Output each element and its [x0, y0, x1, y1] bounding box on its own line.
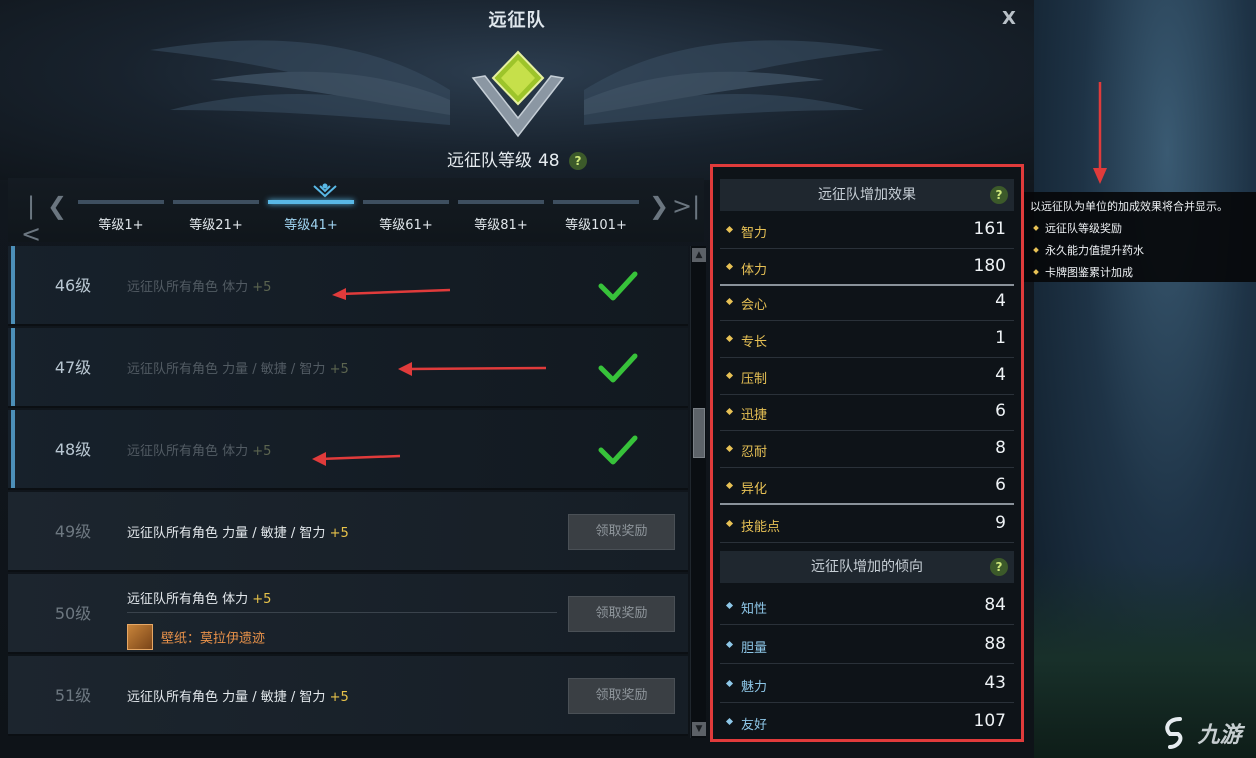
- scroll-down-button[interactable]: ▼: [692, 722, 706, 736]
- first-page-button[interactable]: |<: [20, 192, 42, 248]
- tooltip-item: 卡牌图鉴累计加成: [1030, 264, 1250, 280]
- scroll-thumb[interactable]: [693, 408, 705, 458]
- tab-label: 等级81+: [474, 218, 528, 233]
- tooltip-item: 永久能力值提升药水: [1030, 242, 1250, 258]
- claim-reward-button[interactable]: 领取奖励: [568, 514, 675, 550]
- tendency-row: 知性 84: [720, 589, 1014, 625]
- close-button[interactable]: X: [998, 8, 1020, 30]
- watermark-logo: 九游: [1162, 716, 1254, 756]
- stat-row: 专长 1: [720, 322, 1014, 358]
- reward-description: 远征队所有角色 力量 / 敏捷 / 智力 +5: [127, 690, 349, 705]
- tendency-row: 魅力 43: [720, 667, 1014, 703]
- effects-help-icon[interactable]: ?: [990, 186, 1008, 204]
- claim-reward-button[interactable]: 领取奖励: [568, 596, 675, 632]
- level-label: 远征队等级: [446, 151, 532, 171]
- effects-tooltip: 以远征队为单位的加成效果将合并显示。 远征队等级奖励 永久能力值提升药水 卡牌图…: [1024, 192, 1256, 282]
- reward-level: 47级: [54, 358, 92, 377]
- tab-label: 等级1+: [98, 218, 144, 233]
- wallpaper-reward: 壁纸：莫拉伊遗迹: [127, 624, 265, 650]
- tab-level-81[interactable]: 等级81+: [456, 200, 546, 240]
- tab-label: 等级41+: [284, 218, 338, 233]
- expedition-stats-panel: 远征队增加效果 ? 智力 161 体力 180 会心 4 专长 1 压制 4 迅捷 6 忍耐…: [710, 164, 1024, 742]
- reward-level: 50级: [54, 604, 92, 623]
- expedition-emblem-icon: [471, 50, 565, 138]
- stat-row: 压制 4: [720, 359, 1014, 395]
- window-title: 远征队: [488, 10, 546, 31]
- expedition-window: 远征队 X 远征队等级 48 ? |< ❮ 等级1+ 等级21+ 等级41+ 等级…: [0, 0, 1034, 758]
- tendency-title: 远征队增加的倾向: [811, 559, 923, 575]
- tab-label: 等级21+: [189, 218, 243, 233]
- watermark-icon: [1165, 717, 1183, 749]
- tab-level-21[interactable]: 等级21+: [171, 200, 261, 240]
- tendency-help-icon[interactable]: ?: [990, 558, 1008, 576]
- tab-level-41[interactable]: 等级41+: [266, 200, 356, 240]
- reward-level: 46级: [54, 276, 92, 295]
- claimed-check-icon: [598, 353, 638, 383]
- level-help-icon[interactable]: ?: [569, 152, 588, 170]
- right-wing-decoration: [584, 40, 884, 125]
- annotation-arrow-icon: [312, 452, 401, 466]
- next-page-button[interactable]: ❯: [648, 192, 670, 220]
- reward-level: 48级: [54, 440, 92, 459]
- reward-row-47: 47级 远征队所有角色 力量 / 敏捷 / 智力 +5: [8, 328, 688, 408]
- reward-level: 51级: [54, 686, 92, 705]
- tendency-row: 友好 107: [720, 705, 1014, 741]
- level-tabs: |< ❮ 等级1+ 等级21+ 等级41+ 等级61+ 等级81+ 等级101+…: [8, 178, 704, 248]
- stat-row: 智力 161: [720, 213, 1014, 249]
- annotation-arrow-icon: [398, 362, 547, 376]
- stat-row: 忍耐 8: [720, 432, 1014, 468]
- active-tab-marker-icon: [313, 183, 337, 198]
- stat-row: 技能点 9: [720, 507, 1014, 543]
- reward-divider: [127, 612, 557, 613]
- tab-level-61[interactable]: 等级61+: [361, 200, 451, 240]
- reward-list-scrollbar[interactable]: ▲ ▼: [690, 246, 706, 738]
- stat-row: 会心 4: [720, 285, 1014, 321]
- reward-row-49: 49级 远征队所有角色 力量 / 敏捷 / 智力 +5 领取奖励: [8, 492, 688, 572]
- stat-row: 迅捷 6: [720, 395, 1014, 431]
- reward-level: 49级: [54, 522, 92, 541]
- tendency-header: 远征队增加的倾向 ?: [720, 551, 1014, 583]
- tendency-row: 胆量 88: [720, 628, 1014, 664]
- reward-description: 远征队所有角色 力量 / 敏捷 / 智力 +5: [127, 526, 349, 541]
- left-wing-decoration: [150, 40, 450, 125]
- reward-description: 远征队所有角色 力量 / 敏捷 / 智力 +5: [127, 362, 349, 377]
- reward-list: 46级 远征队所有角色 体力 +5 47级 远征队所有角色 力量 / 敏捷 / …: [8, 246, 688, 742]
- stat-row: 体力 180: [720, 250, 1014, 286]
- last-page-button[interactable]: >|: [672, 192, 700, 220]
- reward-row-50: 50级 远征队所有角色 体力 +5 壁纸：莫拉伊遗迹 领取奖励: [8, 574, 688, 654]
- level-value: 48: [537, 151, 560, 171]
- annotation-arrow-icon: [1093, 82, 1107, 184]
- annotation-arrow-icon: [332, 288, 451, 300]
- watermark-text: 九游: [1197, 723, 1242, 748]
- effects-header: 远征队增加效果 ?: [720, 179, 1014, 211]
- tab-level-101[interactable]: 等级101+: [551, 200, 641, 240]
- reward-description: 远征队所有角色 体力 +5: [127, 592, 272, 607]
- reward-description: 远征队所有角色 体力 +5: [127, 280, 272, 295]
- claimed-check-icon: [598, 271, 638, 301]
- prev-page-button[interactable]: ❮: [46, 192, 68, 220]
- tooltip-title: 以远征队为单位的加成效果将合并显示。: [1030, 200, 1228, 213]
- effects-title: 远征队增加效果: [818, 187, 916, 203]
- wallpaper-icon[interactable]: [127, 624, 153, 650]
- claimed-check-icon: [598, 435, 638, 465]
- reward-description: 远征队所有角色 体力 +5: [127, 444, 272, 459]
- reward-row-51: 51级 远征队所有角色 力量 / 敏捷 / 智力 +5 领取奖励: [8, 656, 688, 736]
- claim-reward-button[interactable]: 领取奖励: [568, 678, 675, 714]
- tooltip-item: 远征队等级奖励: [1030, 220, 1250, 236]
- stat-row: 异化 6: [720, 469, 1014, 505]
- tab-label: 等级101+: [565, 218, 627, 233]
- scroll-up-button[interactable]: ▲: [692, 248, 706, 262]
- tab-level-1[interactable]: 等级1+: [76, 200, 166, 240]
- tab-label: 等级61+: [379, 218, 433, 233]
